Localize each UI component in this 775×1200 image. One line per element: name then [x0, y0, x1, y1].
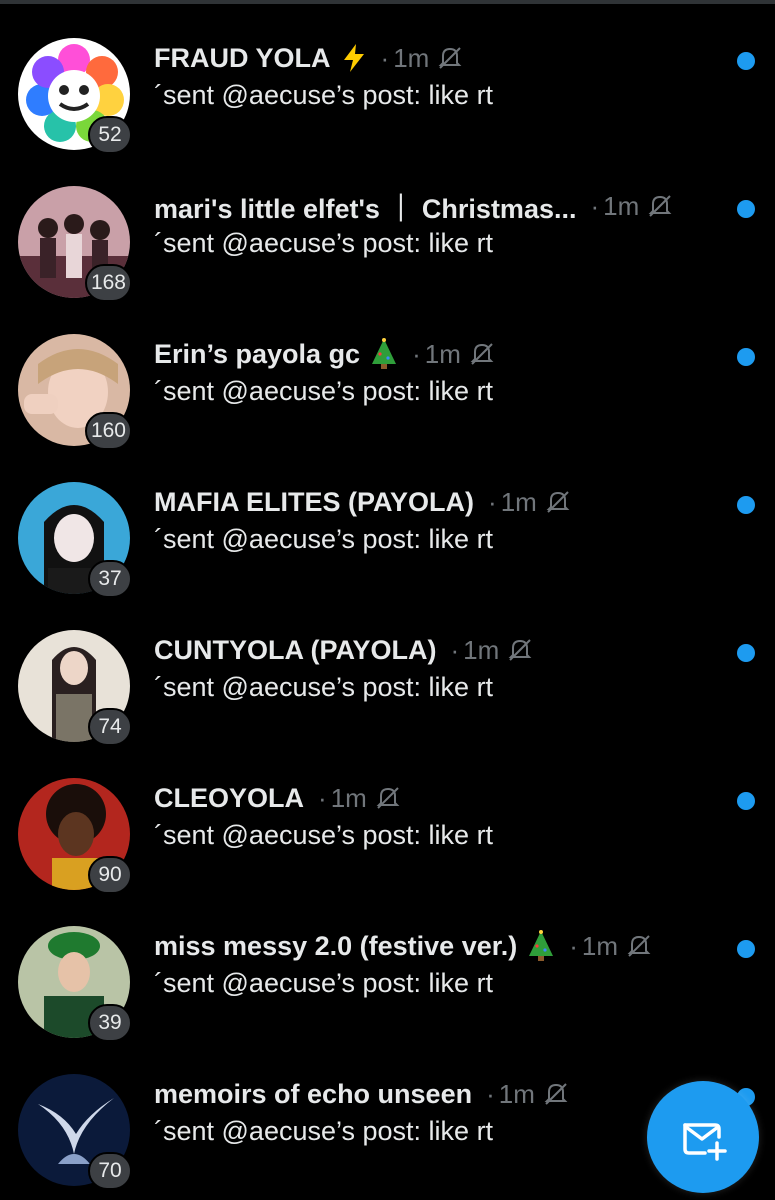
conversation-name: FRAUD YOLA: [154, 42, 331, 73]
conversation-name: CUNTYOLA (PAYOLA): [154, 634, 437, 665]
group-avatar: 70: [18, 1074, 132, 1190]
conversation-header: MAFIA ELITES (PAYOLA) · 1m: [154, 484, 715, 520]
last-message-preview: ´sent @aecuse’s post: like rt: [154, 524, 494, 554]
last-message-preview: ´sent @aecuse’s post: like rt: [154, 228, 494, 258]
conversation-meta: · 1m: [590, 191, 673, 222]
group-avatar: 52: [18, 38, 132, 154]
lightning-icon: [341, 43, 367, 73]
conversation-name: mari's little elfet's ｜ Christmas...: [154, 193, 577, 224]
conversation-header: CUNTYOLA (PAYOLA) · 1m: [154, 632, 715, 668]
conversation-name: CLEOYOLA: [154, 782, 305, 813]
group-avatar: 39: [18, 926, 132, 1042]
unread-indicator: [737, 792, 755, 810]
bell-slash-icon: [545, 489, 571, 515]
conversation-meta: · 1m: [488, 487, 571, 518]
bell-slash-icon: [437, 45, 463, 71]
conversation-header: memoirs of echo unseen · 1m: [154, 1076, 715, 1112]
last-message-preview: ´sent @aecuse’s post: like rt: [154, 376, 494, 406]
unread-indicator: [737, 348, 755, 366]
unread-indicator: [737, 200, 755, 218]
timestamp: 1m: [330, 782, 367, 813]
conversation-header: Erin’s payola gc · 1m: [154, 336, 715, 372]
group-avatar: 37: [18, 482, 132, 598]
unread-indicator: [737, 52, 755, 70]
conversation-row[interactable]: 90 CLEOYOLA · 1m ´sent @aecuse’s post: l…: [0, 740, 775, 894]
new-message-icon: [683, 1123, 727, 1161]
timestamp: 1m: [463, 634, 500, 665]
group-avatar: 90: [18, 778, 132, 894]
timestamp: 1m: [603, 190, 640, 221]
conversation-header: mari's little elfet's ｜ Christmas... · 1…: [154, 188, 715, 224]
conversation-name: miss messy 2.0 (festive ver.): [154, 930, 518, 961]
new-message-button[interactable]: [647, 1081, 759, 1193]
conversation-meta: · 1m: [412, 339, 495, 370]
timestamp: 1m: [500, 486, 537, 517]
conversation-name: memoirs of echo unseen: [154, 1078, 473, 1109]
group-avatar: 74: [18, 630, 132, 746]
christmas-tree-icon: [527, 930, 555, 962]
christmas-tree-icon: [370, 338, 398, 370]
conversation-row[interactable]: 74 CUNTYOLA (PAYOLA) · 1m ´sent @aecuse’…: [0, 592, 775, 746]
bell-slash-icon: [626, 933, 652, 959]
conversation-row[interactable]: 168 mari's little elfet's ｜ Christmas...…: [0, 148, 775, 302]
bell-slash-icon: [469, 341, 495, 367]
conversation-name: MAFIA ELITES (PAYOLA): [154, 486, 475, 517]
bell-slash-icon: [543, 1081, 569, 1107]
last-message-preview: ´sent @aecuse’s post: like rt: [154, 672, 494, 702]
timestamp: 1m: [498, 1078, 535, 1109]
conversation-header: miss messy 2.0 (festive ver.) · 1m: [154, 928, 715, 964]
conversation-meta: · 1m: [451, 635, 534, 666]
bell-slash-icon: [507, 637, 533, 663]
group-avatar: 160: [18, 334, 132, 450]
conversation-header: CLEOYOLA · 1m: [154, 780, 715, 816]
member-count-badge: 70: [88, 1152, 132, 1190]
last-message-preview: ´sent @aecuse’s post: like rt: [154, 80, 494, 110]
conversation-meta: · 1m: [569, 931, 652, 962]
conversation-row[interactable]: 39 miss messy 2.0 (festive ver.) · 1m ´s…: [0, 888, 775, 1042]
conversation-meta: · 1m: [381, 43, 464, 74]
conversation-meta: · 1m: [486, 1079, 569, 1110]
conversation-list: 52 FRAUD YOLA · 1m ´sent @aecuse’s post:…: [0, 0, 775, 1190]
conversation-row[interactable]: 37 MAFIA ELITES (PAYOLA) · 1m ´sent @aec…: [0, 444, 775, 598]
timestamp: 1m: [424, 338, 461, 369]
timestamp: 1m: [393, 42, 430, 73]
group-avatar: 168: [18, 186, 132, 302]
bell-slash-icon: [375, 785, 401, 811]
timestamp: 1m: [581, 930, 619, 961]
last-message-preview: ´sent @aecuse’s post: like rt: [154, 820, 494, 850]
last-message-preview: ´sent @aecuse’s post: like rt: [154, 1116, 494, 1146]
unread-indicator: [737, 496, 755, 514]
unread-indicator: [737, 644, 755, 662]
conversation-row[interactable]: 160 Erin’s payola gc · 1m ´sent @aecuse’…: [0, 296, 775, 450]
conversation-header: FRAUD YOLA · 1m: [154, 40, 715, 76]
unread-indicator: [737, 940, 755, 958]
conversation-name: Erin’s payola gc: [154, 338, 361, 369]
last-message-preview: ´sent @aecuse’s post: like rt: [154, 968, 494, 998]
bell-slash-icon: [647, 193, 673, 219]
conversation-row[interactable]: 52 FRAUD YOLA · 1m ´sent @aecuse’s post:…: [0, 0, 775, 154]
conversation-meta: · 1m: [318, 783, 401, 814]
